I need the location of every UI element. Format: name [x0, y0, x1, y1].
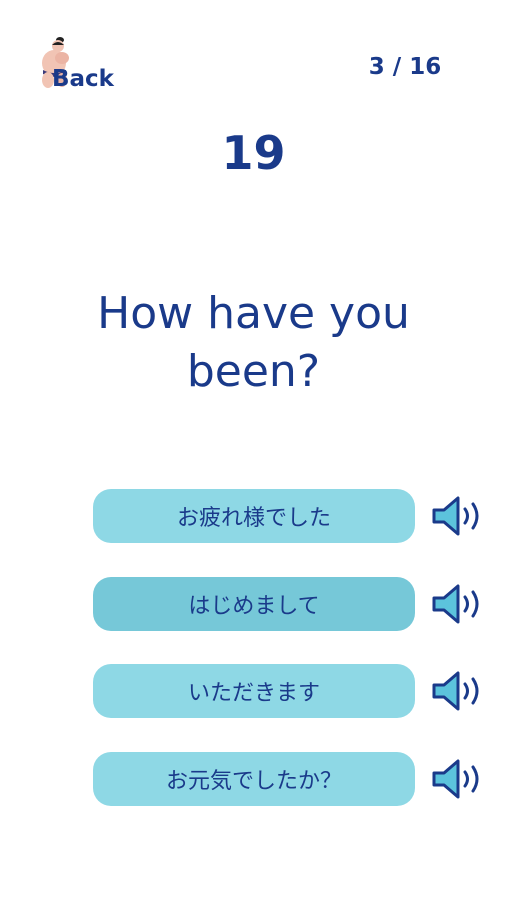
back-label: Back: [52, 66, 114, 92]
speaker-icon[interactable]: [428, 577, 492, 631]
speaker-icon[interactable]: [428, 752, 492, 806]
question-text: How have you been?: [97, 288, 410, 397]
answer-option-2[interactable]: はじめまして: [93, 577, 415, 631]
answer-option-4[interactable]: お元気でしたか？: [93, 752, 415, 806]
back-button[interactable]: Back: [38, 36, 118, 92]
answer-option-1[interactable]: お疲れ様でした: [93, 489, 415, 543]
answer-option-3[interactable]: いただきます: [93, 664, 415, 718]
question-progress: 3 / 16: [368, 54, 442, 80]
speaker-icon[interactable]: [428, 664, 492, 718]
question-number: 19: [221, 126, 286, 180]
speaker-icon[interactable]: [428, 489, 492, 543]
